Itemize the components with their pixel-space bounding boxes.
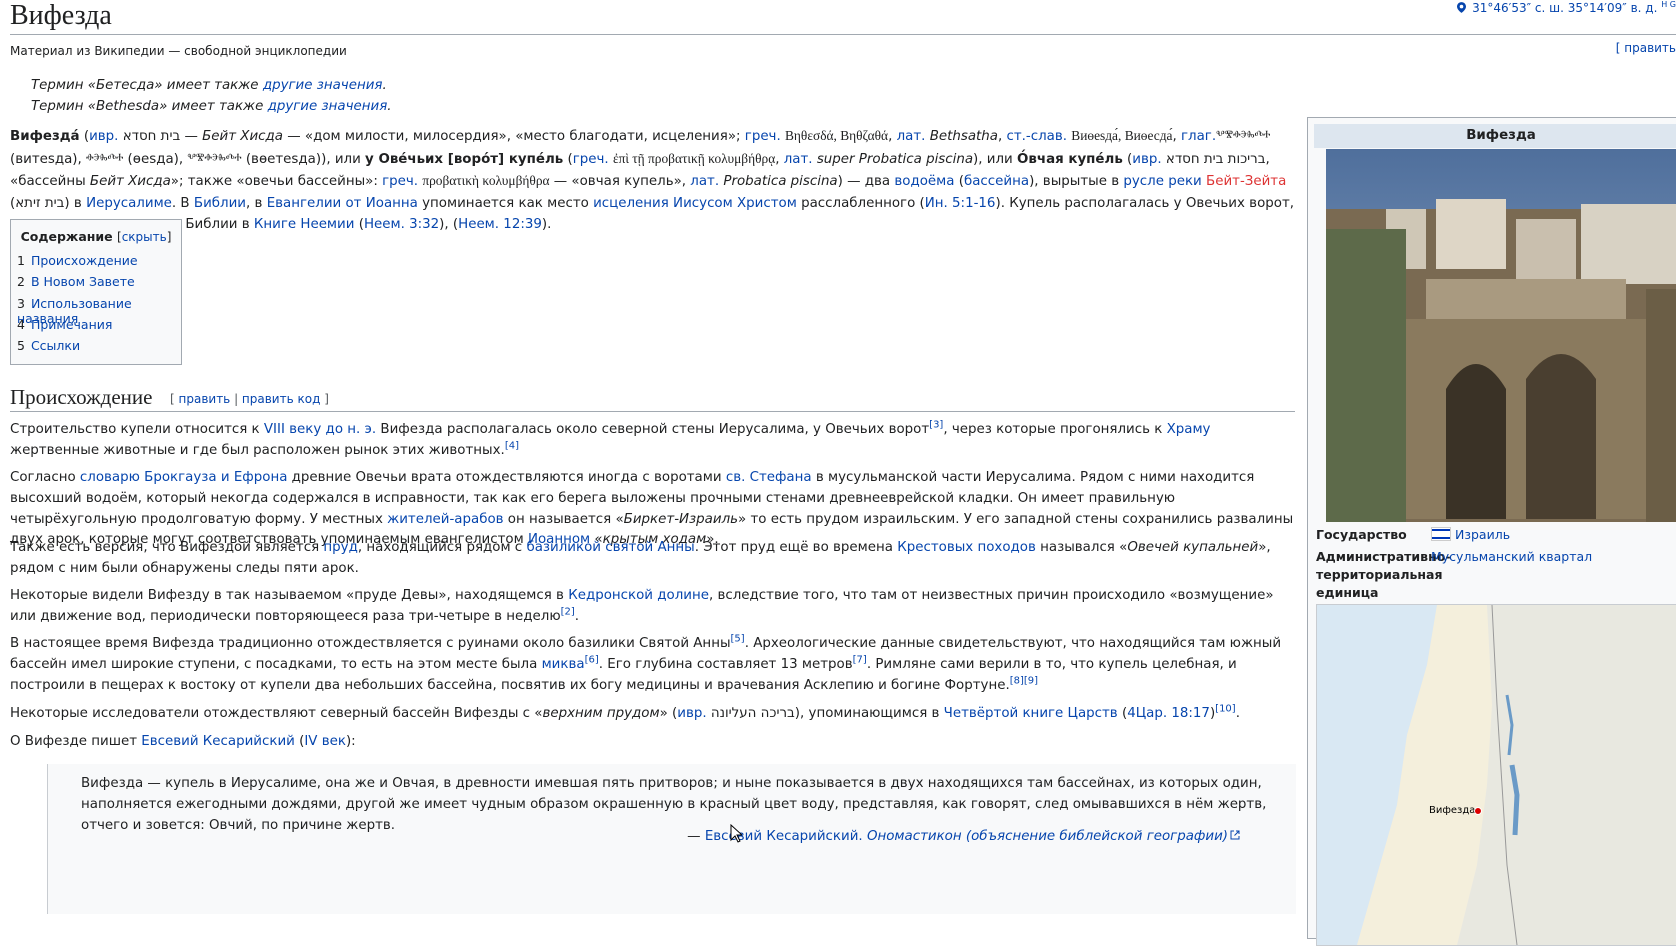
toc-item[interactable]: 3 Использование названия [17,296,181,326]
paragraph: Некоторые исследователи отождествляют се… [10,703,1240,721]
quote-work-link[interactable]: Ономастикон (объяснение библейской геогр… [867,829,1228,844]
paragraph: Строительство купели относится к VIII ве… [10,419,1211,458]
edit-page-link[interactable]: [ править [1616,41,1676,55]
toc-item[interactable]: 2В Новом Завете [17,274,181,295]
paragraph: Также есть версия, что Вифездой является… [10,540,1271,576]
toc-item[interactable]: 1 Происхождение [17,253,181,274]
toc-item[interactable]: 5 Ссылки [17,338,181,359]
hatnote-link-1[interactable]: другие значения [263,78,383,93]
toc-item[interactable]: 4 Примечания [17,317,181,338]
quote-author-link[interactable]: Евсевий Кесарийский. [705,829,863,844]
infobox: Вифезда Государство Израиль Администрати… [1307,117,1676,946]
lead-paragraph: Вифезда́ (ивр. בית חסדא — Бейт Хисда — «… [10,128,1295,233]
title-divider [10,34,1676,35]
quote-text: Вифезда — купель в Иерусалиме, она же и … [81,776,1267,833]
coordinates-text[interactable]: 31°46′53″ с. ш. 35°14′09″ в. д. [1472,1,1657,15]
page-title: Вифезда [10,0,112,31]
hatnote-link-2[interactable]: другие значения [268,99,388,114]
location-map[interactable]: Вифезда [1316,604,1676,946]
infobox-admin-label: Административно-территориальная единица [1316,549,1451,600]
section-edit-code-link[interactable]: править код [242,392,320,406]
infobox-photo[interactable] [1326,149,1676,522]
coordinates-tail[interactable]: H G [1661,0,1676,9]
paragraph: В настоящее время Вифезда традиционно от… [10,633,1282,693]
infobox-admin-value[interactable]: Мусульманский квартал [1431,548,1676,566]
paragraph: Некоторые видели Вифезду в так называемо… [10,588,1274,624]
hatnote-2: Термин «Bethesda» имеет также другие зна… [31,99,392,114]
israel-flag-icon [1431,527,1451,541]
toc-title: Содержание [20,229,113,244]
external-link-icon [1230,830,1240,840]
table-of-contents: Содержание [скрыть] 1 Происхождение 2В Но… [10,219,182,365]
map-pin-icon [1457,2,1467,13]
map-marker-icon [1474,807,1482,815]
infobox-title: Вифезда [1314,124,1676,148]
hatnote-1: Термин «Бетесда» имеет также другие знач… [31,78,387,93]
coordinates[interactable]: 31°46′53″ с. ш. 35°14′09″ в. д. H G [1457,0,1676,15]
blockquote: Вифезда — купель в Иерусалиме, она же и … [47,764,1296,914]
section-edit-link[interactable]: править [179,392,231,406]
infobox-state-value[interactable]: Израиль [1431,526,1510,544]
toc-list: 1 Происхождение 2В Новом Завете 3 Использо… [17,253,181,359]
mouse-cursor-icon [730,824,742,843]
infobox-state-label: Государство [1316,527,1407,542]
quote-source: — Евсевий Кесарийский. Ономастикон (объя… [687,829,1240,844]
section-heading-origin: Происхождение [10,385,153,409]
toc-hide-link[interactable]: скрыть [122,230,167,244]
section-divider [10,411,1295,412]
paragraph: О Вифезде пишет Евсевий Кесарийский (IV … [10,734,356,749]
site-tagline: Материал из Википедии — свободной энцикл… [10,44,347,58]
map-marker-label: Вифезда [1429,805,1476,816]
section-edit-links: [ править | править код ] [170,392,329,406]
